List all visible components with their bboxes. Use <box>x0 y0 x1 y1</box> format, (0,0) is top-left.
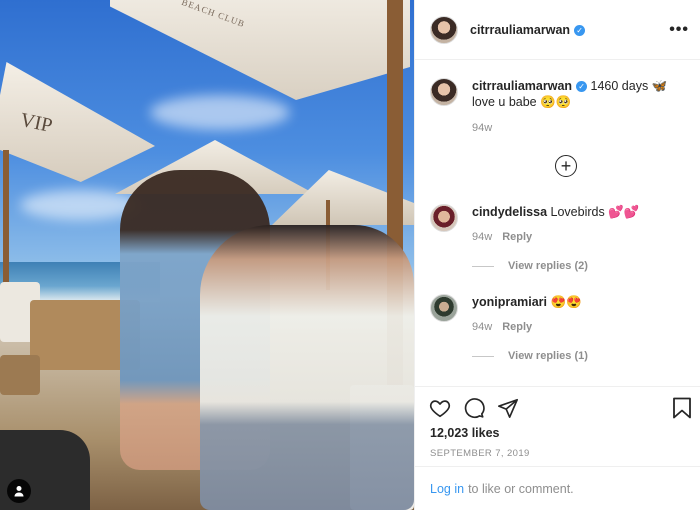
comments-list: citrrauliamarwan ✓ 1460 days 🦋 love u bab… <box>415 60 700 386</box>
comment-item: yonipramiari 😍😍 94w Reply <box>430 294 690 333</box>
comment-username[interactable]: yonipramiari <box>472 295 547 309</box>
cloud <box>150 95 290 130</box>
comment-meta: 94w Reply <box>472 231 639 243</box>
caption: citrrauliamarwan ✓ 1460 days 🦋 love u bab… <box>430 78 690 134</box>
view-replies-label: View replies (1) <box>508 350 588 362</box>
login-link[interactable]: Log in <box>430 482 464 496</box>
post-photo[interactable]: VIP BEACH CLUB <box>0 0 414 510</box>
umbrella-top <box>110 0 410 100</box>
comment-username[interactable]: cindydelissa <box>472 205 547 219</box>
post-header: citrrauliamarwan ✓ ••• <box>415 0 700 60</box>
likes-count[interactable]: 12,023 likes <box>430 426 500 440</box>
caption-time[interactable]: 94w <box>472 122 690 134</box>
reply-button[interactable]: Reply <box>502 321 532 333</box>
view-replies-button[interactable]: View replies (2) <box>472 260 588 272</box>
author-name-block: citrrauliamarwan ✓ <box>470 23 586 37</box>
comment-icon[interactable] <box>463 397 485 419</box>
reply-button[interactable]: Reply <box>502 231 532 243</box>
commenter-avatar[interactable] <box>430 294 458 322</box>
plus-circle-icon[interactable]: + <box>555 155 577 177</box>
man <box>200 225 414 510</box>
user-tag-icon[interactable] <box>7 479 31 503</box>
action-bar: 12,023 likes SEPTEMBER 7, 2019 <box>415 386 700 466</box>
author-avatar[interactable] <box>430 78 458 106</box>
login-prompt-text: to like or comment. <box>468 481 574 496</box>
comment-text-block: cindydelissa Lovebirds 💕💕 <box>472 204 639 220</box>
heart-icon[interactable] <box>429 397 451 419</box>
view-replies-label: View replies (2) <box>508 260 588 272</box>
sun-lounger <box>0 355 40 395</box>
comment-meta: 94w Reply <box>472 321 582 333</box>
verified-badge-icon: ✓ <box>576 81 588 93</box>
verified-badge-icon: ✓ <box>574 24 586 36</box>
comment-time[interactable]: 94w <box>472 321 492 333</box>
author-username[interactable]: citrrauliamarwan <box>470 23 570 37</box>
share-icon[interactable] <box>497 397 519 419</box>
comment-time[interactable]: 94w <box>472 231 492 243</box>
caption-text-block: citrrauliamarwan ✓ 1460 days 🦋 love u bab… <box>472 78 690 110</box>
view-replies-button[interactable]: View replies (1) <box>472 350 588 362</box>
divider-line <box>472 265 494 267</box>
action-icons <box>429 397 519 419</box>
post-date[interactable]: SEPTEMBER 7, 2019 <box>430 448 530 459</box>
post-panel: citrrauliamarwan ✓ ••• citrrauliamarwan ✓ … <box>414 0 700 510</box>
caption-username[interactable]: citrrauliamarwan <box>472 79 572 93</box>
comment-text-block: yonipramiari 😍😍 <box>472 294 582 310</box>
bookmark-icon[interactable] <box>672 397 692 419</box>
author-avatar[interactable] <box>430 15 458 44</box>
more-options-icon[interactable]: ••• <box>669 21 689 39</box>
umbrella-pole <box>3 150 9 300</box>
login-prompt: Log in to like or comment. <box>415 466 700 510</box>
comment-text: Lovebirds 💕💕 <box>550 205 640 219</box>
comment-item: cindydelissa Lovebirds 💕💕 94w Reply <box>430 204 690 243</box>
divider-line <box>472 355 494 357</box>
comment-text: 😍😍 <box>550 295 582 309</box>
person-icon <box>14 486 24 497</box>
commenter-avatar[interactable] <box>430 204 458 232</box>
